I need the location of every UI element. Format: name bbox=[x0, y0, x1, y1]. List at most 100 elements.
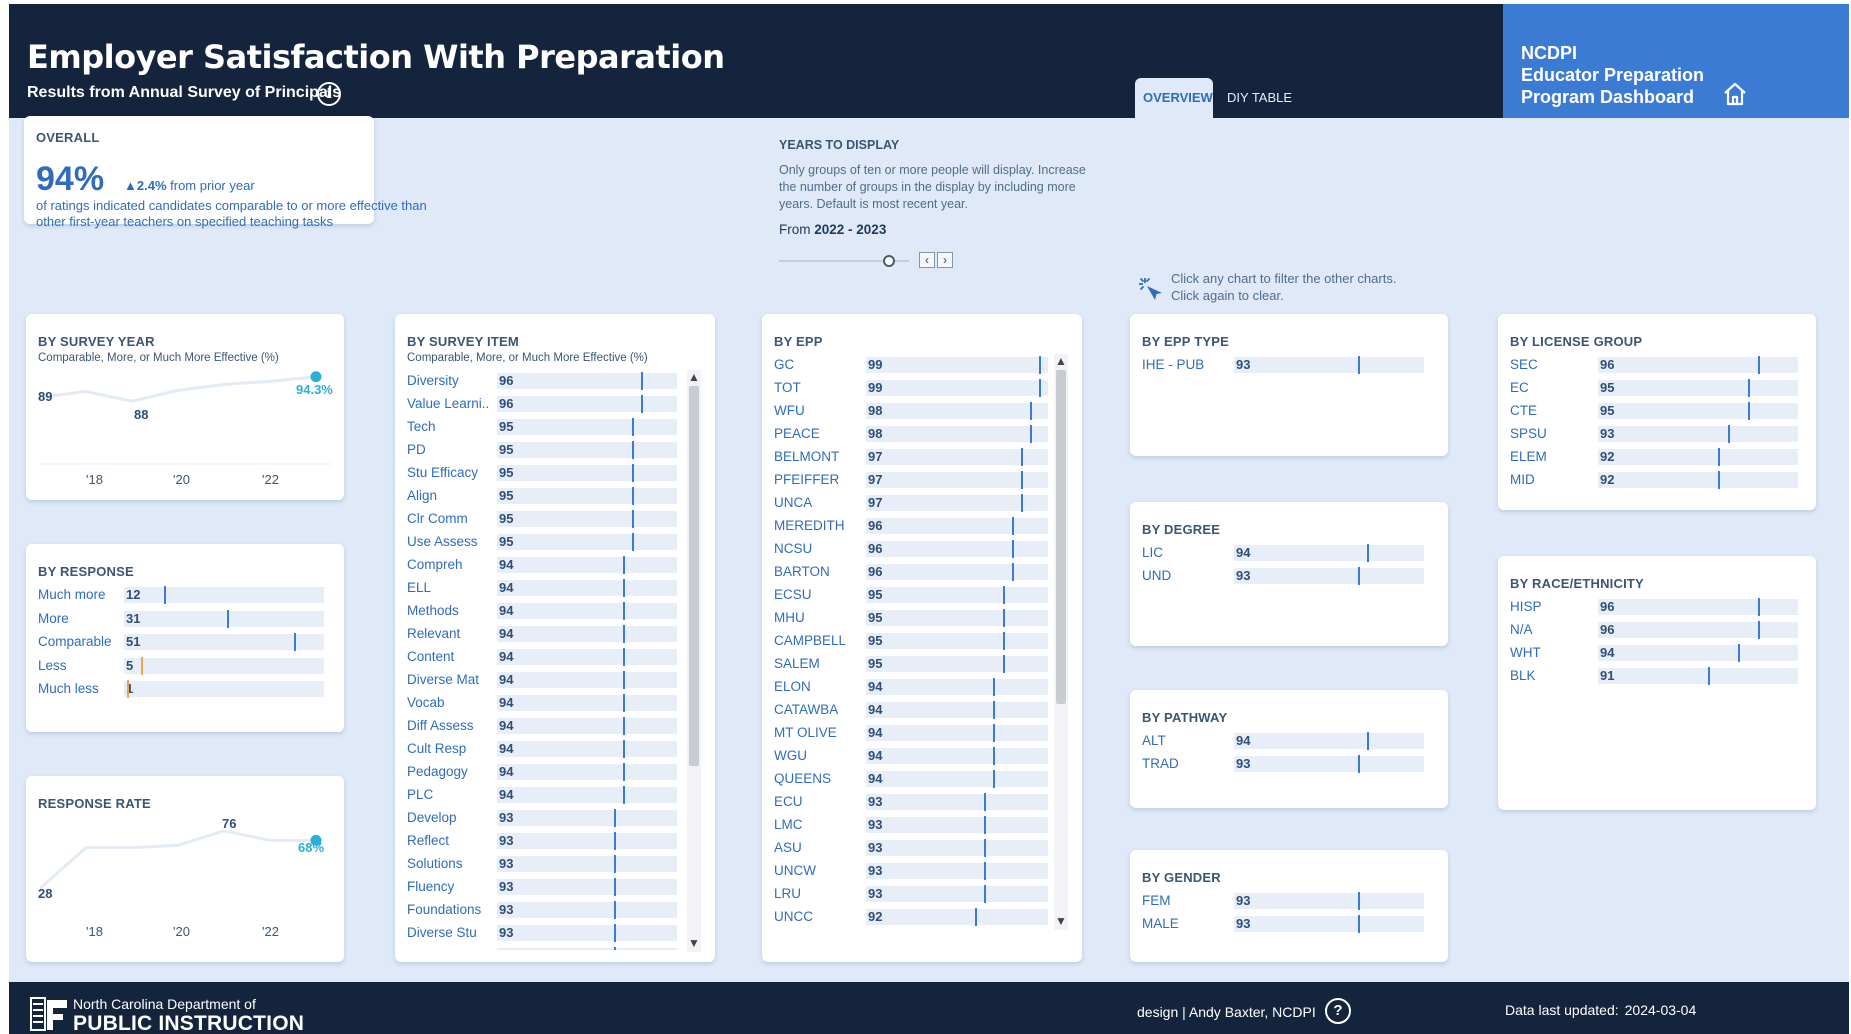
bar-row[interactable]: Pedagogy 94 bbox=[407, 761, 685, 784]
bar-row[interactable]: Cult Resp 94 bbox=[407, 738, 685, 761]
bar-row[interactable]: HISP 96 bbox=[1510, 596, 1822, 619]
epp-bars[interactable]: GC 99 TOT 99 WFU 98 PEACE 98 BELMONT 97 PFEIFFER 97… bbox=[762, 354, 1052, 934]
bar-row[interactable]: Diff Assess 94 bbox=[407, 715, 685, 738]
previous-year-button[interactable]: ‹ bbox=[919, 252, 935, 268]
bar-row[interactable]: BELMONT 97 bbox=[774, 446, 1052, 469]
bar-row[interactable]: Compreh 94 bbox=[407, 554, 685, 577]
bar-row[interactable]: More 31 bbox=[38, 608, 348, 631]
pathway-card[interactable]: BY PATHWAY ALT 94 TRAD 93 bbox=[1130, 690, 1448, 808]
license-group-card[interactable]: BY LICENSE GROUP SEC 96 EC 95 CTE 95 SPSU 93 ELE… bbox=[1498, 314, 1816, 510]
slider-handle[interactable] bbox=[883, 255, 895, 267]
scrollbar-thumb[interactable] bbox=[1056, 370, 1066, 704]
bar-row[interactable]: LIC 94 bbox=[1142, 542, 1448, 565]
bar-row[interactable]: PD 95 bbox=[407, 439, 685, 462]
bar-row[interactable]: ECSU 95 bbox=[774, 584, 1052, 607]
response-rate-card[interactable]: RESPONSE RATE 28 76 68% '18 '20 '22 bbox=[26, 776, 344, 962]
bar-row[interactable]: UND 93 bbox=[1142, 565, 1448, 588]
tab-overview[interactable]: OVERVIEW bbox=[1135, 78, 1213, 118]
epp-type-card[interactable]: BY EPP TYPE IHE - PUB 93 bbox=[1130, 314, 1448, 456]
bar-row[interactable]: Diverse Mat 94 bbox=[407, 669, 685, 692]
bar-row[interactable]: TRAD 93 bbox=[1142, 753, 1448, 776]
bar-row[interactable]: Content 94 bbox=[407, 646, 685, 669]
bar-row[interactable]: Vocab 94 bbox=[407, 692, 685, 715]
bar-row[interactable]: ASU 93 bbox=[774, 837, 1052, 860]
bar-row[interactable]: MT OLIVE 94 bbox=[774, 722, 1052, 745]
latest-point-marker[interactable] bbox=[310, 371, 322, 383]
bar-row[interactable]: NCSU 96 bbox=[774, 538, 1052, 561]
bar-row[interactable]: LMC 93 bbox=[774, 814, 1052, 837]
scrollbar-thumb[interactable] bbox=[689, 386, 699, 766]
bar-row[interactable]: Foundations 93 bbox=[407, 899, 685, 922]
bar-row[interactable]: Relevant 94 bbox=[407, 623, 685, 646]
bar-row[interactable]: WGU 94 bbox=[774, 745, 1052, 768]
bar-row[interactable]: Diversity 96 bbox=[407, 370, 685, 393]
bar-row[interactable]: QUEENS 94 bbox=[774, 768, 1052, 791]
survey-item-card[interactable]: BY SURVEY ITEM Comparable, More, or Much… bbox=[395, 314, 715, 962]
degree-card[interactable]: BY DEGREE LIC 94 UND 93 bbox=[1130, 502, 1448, 646]
bar-row[interactable]: Develop 93 bbox=[407, 807, 685, 830]
bar-row[interactable]: Clr Comm 95 bbox=[407, 508, 685, 531]
bar-row[interactable]: GC 99 bbox=[774, 354, 1052, 377]
response-rate-line-chart[interactable]: 28 76 68% '18 '20 '22 bbox=[26, 776, 344, 962]
scroll-up-icon[interactable]: ▲ bbox=[1054, 354, 1068, 368]
bar-row[interactable]: MID 92 bbox=[1510, 469, 1822, 492]
bar-row[interactable]: Value Learni.. 96 bbox=[407, 393, 685, 416]
bar-row[interactable]: Comparable 51 bbox=[38, 631, 348, 654]
survey-year-line-chart[interactable]: 89 88 94.3% '18 '20 '22 bbox=[26, 314, 344, 500]
bar-row[interactable]: CATAWBA 94 bbox=[774, 699, 1052, 722]
bar-row[interactable]: Reflect 93 bbox=[407, 830, 685, 853]
bar-row[interactable]: UNCA 97 bbox=[774, 492, 1052, 515]
race-ethnicity-card[interactable]: BY RACE/ETHNICITY HISP 96 N/A 96 WHT 94 BLK 91 bbox=[1498, 556, 1816, 810]
bar-row[interactable]: Much more 12 bbox=[38, 584, 348, 607]
bar-row[interactable]: MHU 95 bbox=[774, 607, 1052, 630]
survey-year-card[interactable]: BY SURVEY YEAR Comparable, More, or Much… bbox=[26, 314, 344, 500]
bar-row[interactable]: BLK 91 bbox=[1510, 665, 1822, 688]
bar-row[interactable]: SPSU 93 bbox=[1510, 423, 1822, 446]
bar-row[interactable]: ELEM 92 bbox=[1510, 446, 1822, 469]
epp-card[interactable]: BY EPP GC 99 TOT 99 WFU 98 PEACE 98 BELMONT 97 PFE… bbox=[762, 314, 1082, 962]
bar-row[interactable]: Use Assess 95 bbox=[407, 531, 685, 554]
scroll-up-icon[interactable]: ▲ bbox=[687, 370, 701, 384]
bar-row[interactable]: WFU 98 bbox=[774, 400, 1052, 423]
bar-row[interactable]: Less 5 bbox=[38, 655, 348, 678]
bar-row[interactable]: Solutions 93 bbox=[407, 853, 685, 876]
bar-row[interactable]: N/A 96 bbox=[1510, 619, 1822, 642]
bar-row[interactable]: TOT 99 bbox=[774, 377, 1052, 400]
years-slider[interactable] bbox=[779, 254, 909, 268]
gender-card[interactable]: BY GENDER FEM 93 MALE 93 bbox=[1130, 850, 1448, 962]
bar-row[interactable]: PFEIFFER 97 bbox=[774, 469, 1052, 492]
scrollbar[interactable]: ▲ ▼ bbox=[687, 370, 701, 952]
scrollbar[interactable]: ▲ ▼ bbox=[1054, 354, 1068, 930]
bar-row[interactable]: Adaptive 93 bbox=[407, 945, 685, 950]
bar-row[interactable]: CAMPBELL 95 bbox=[774, 630, 1052, 653]
bar-row[interactable]: BARTON 96 bbox=[774, 561, 1052, 584]
bar-row[interactable]: Much less 1 bbox=[38, 678, 348, 701]
next-year-button[interactable]: › bbox=[937, 252, 953, 268]
bar-row[interactable]: FEM 93 bbox=[1142, 890, 1448, 913]
bar-row[interactable]: IHE - PUB 93 bbox=[1142, 354, 1448, 377]
bar-row[interactable]: Fluency 93 bbox=[407, 876, 685, 899]
bar-row[interactable]: CTE 95 bbox=[1510, 400, 1822, 423]
bar-row[interactable]: MALE 93 bbox=[1142, 913, 1448, 936]
home-icon[interactable] bbox=[1721, 80, 1749, 108]
bar-row[interactable]: UNCC 92 bbox=[774, 906, 1052, 929]
bar-row[interactable]: PLC 94 bbox=[407, 784, 685, 807]
response-card[interactable]: BY RESPONSE Much more 12 More 31 Comparable 5… bbox=[26, 544, 344, 732]
bar-row[interactable]: Methods 94 bbox=[407, 600, 685, 623]
scroll-down-icon[interactable]: ▼ bbox=[687, 936, 701, 950]
tab-diy-table[interactable]: DIY TABLE bbox=[1219, 78, 1300, 118]
bar-row[interactable]: EC 95 bbox=[1510, 377, 1822, 400]
bar-row[interactable]: Align 95 bbox=[407, 485, 685, 508]
bar-row[interactable]: ALT 94 bbox=[1142, 730, 1448, 753]
bar-row[interactable]: LRU 93 bbox=[774, 883, 1052, 906]
bar-row[interactable]: Tech 95 bbox=[407, 416, 685, 439]
bar-row[interactable]: ELON 94 bbox=[774, 676, 1052, 699]
bar-row[interactable]: Diverse Stu 93 bbox=[407, 922, 685, 945]
survey-item-bars[interactable]: Diversity 96 Value Learni.. 96 Tech 95 PD 95 Stu… bbox=[395, 370, 685, 950]
bar-row[interactable]: ECU 93 bbox=[774, 791, 1052, 814]
bar-row[interactable]: SALEM 95 bbox=[774, 653, 1052, 676]
scroll-down-icon[interactable]: ▼ bbox=[1054, 914, 1068, 928]
bar-row[interactable]: WHT 94 bbox=[1510, 642, 1822, 665]
bar-row[interactable]: Stu Efficacy 95 bbox=[407, 462, 685, 485]
bar-row[interactable]: SEC 96 bbox=[1510, 354, 1822, 377]
